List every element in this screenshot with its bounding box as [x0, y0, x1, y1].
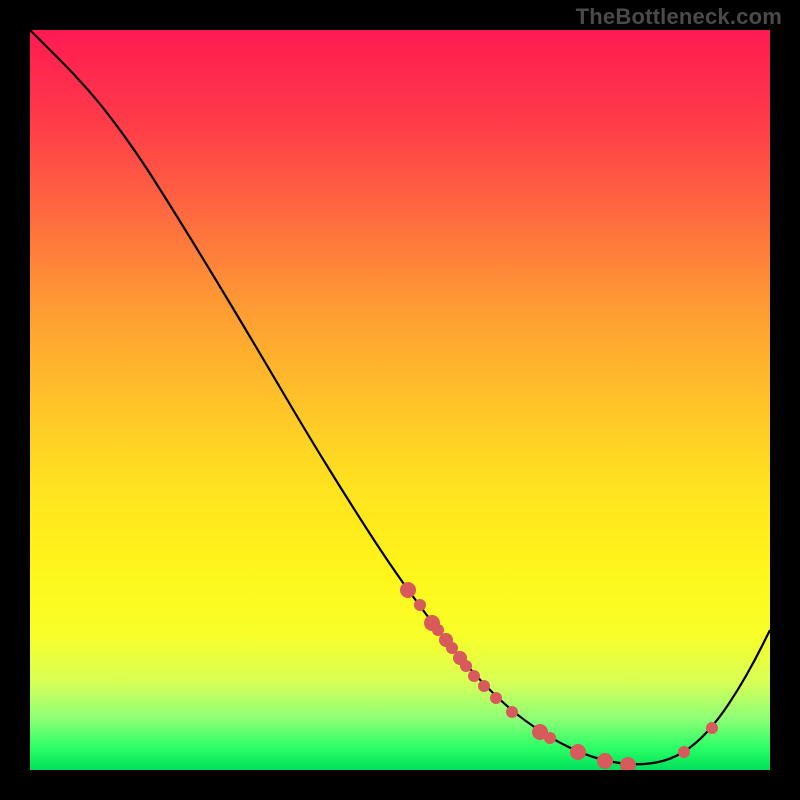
sample-dot	[478, 680, 490, 692]
sample-dot	[490, 692, 502, 704]
watermark-text: TheBottleneck.com	[576, 4, 782, 30]
sample-dot	[678, 746, 690, 758]
bottleneck-curve	[30, 30, 770, 764]
sample-dot	[597, 753, 613, 769]
sample-dot	[414, 599, 426, 611]
sample-dot	[506, 706, 518, 718]
bottleneck-curve-chart	[30, 30, 770, 770]
sample-dot	[544, 732, 556, 744]
sample-dot	[468, 670, 480, 682]
sample-dot	[570, 744, 586, 760]
sample-dot	[460, 660, 472, 672]
sample-dot	[706, 722, 718, 734]
sample-dot	[400, 582, 416, 598]
sample-dot	[620, 757, 636, 770]
